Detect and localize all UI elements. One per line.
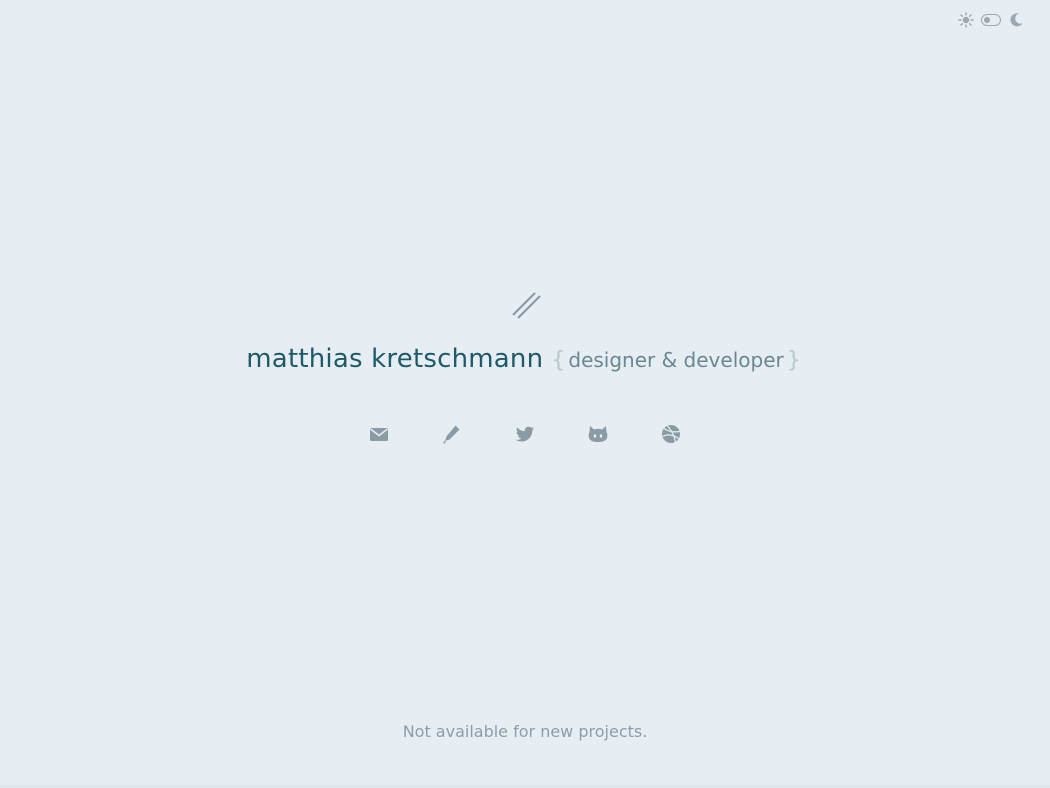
brace-close: }: [786, 348, 801, 373]
moon-icon[interactable]: [1008, 12, 1024, 28]
github-link[interactable]: [588, 423, 608, 445]
github-icon: [588, 426, 608, 442]
sun-icon[interactable]: [958, 12, 974, 28]
twitter-link[interactable]: [515, 423, 535, 445]
person-name: matthias kretschmann: [246, 344, 544, 374]
headline: matthias kretschmann {designer & develop…: [0, 340, 1050, 381]
dribbble-icon: [662, 425, 680, 443]
social-links: [0, 423, 1050, 445]
theme-switch[interactable]: [958, 12, 1024, 28]
mail-link[interactable]: [369, 423, 389, 445]
dribbble-link[interactable]: [661, 423, 681, 445]
theme-toggle[interactable]: [981, 14, 1001, 26]
toggle-knob: [984, 16, 990, 23]
role-title: designer & developer: [568, 348, 784, 372]
blog-link[interactable]: [442, 423, 462, 445]
double-slash-logo: [512, 292, 541, 319]
pencil-icon: [443, 425, 460, 444]
availability-note: Not available for new projects.: [402, 722, 648, 741]
mail-icon: [370, 428, 388, 441]
brace-open: {: [551, 348, 566, 373]
twitter-icon: [515, 426, 535, 442]
page: matthias kretschmann {designer & develop…: [0, 0, 1050, 788]
